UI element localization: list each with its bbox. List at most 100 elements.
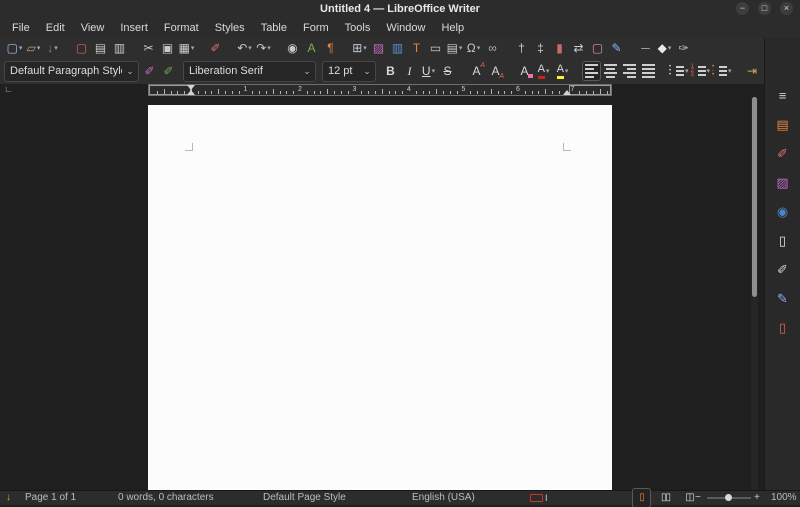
minimize-button[interactable]: − [736, 2, 749, 15]
menu-insert[interactable]: Insert [112, 18, 156, 38]
gallery-deck-button[interactable]: ▨ [774, 173, 791, 191]
zoom-out-button[interactable]: − [695, 491, 701, 505]
language-status[interactable]: English (USA) [412, 491, 475, 505]
insert-image-button[interactable]: ▨ [370, 39, 387, 57]
underline-button[interactable]: U ▾ [420, 62, 437, 80]
insert-hyperlink-button[interactable]: ∞ [484, 39, 501, 57]
insert-bookmark-button[interactable]: ▮ [551, 39, 568, 57]
clone-formatting-button[interactable]: ✐ [207, 39, 224, 57]
dropdown-arrow-icon[interactable]: ▾ [54, 44, 58, 52]
dropdown-arrow-icon[interactable]: ▾ [267, 44, 271, 52]
horizontal-ruler[interactable]: 1 2 3 4 5 6 7 [148, 84, 612, 96]
page-deck-button[interactable]: ▯ [774, 231, 791, 249]
vertical-scrollbar-thumb[interactable] [752, 97, 757, 297]
document-save-status-icon[interactable]: ↓ [6, 491, 11, 505]
insert-table-button[interactable]: ⊞ ▾ [351, 39, 368, 57]
spelling-button[interactable]: A [303, 39, 320, 57]
selection-mode-icon[interactable]: I [530, 491, 548, 505]
dropdown-arrow-icon[interactable]: ▾ [728, 67, 732, 75]
indent-marker-bottom[interactable] [187, 90, 195, 95]
cut-button[interactable]: ✂ [140, 39, 157, 57]
undo-button[interactable]: ↶ ▾ [236, 39, 253, 57]
dropdown-arrow-icon[interactable]: ▾ [19, 44, 23, 52]
save-button[interactable]: ↓ ▾ [44, 39, 61, 57]
menu-file[interactable]: File [4, 18, 38, 38]
insert-chart-button[interactable]: ▥ [389, 39, 406, 57]
highlight-color-button[interactable]: A ▾ [554, 62, 571, 80]
subscript-button[interactable]: AA [487, 62, 504, 80]
dropdown-arrow-icon[interactable]: ▾ [37, 44, 41, 52]
find-replace-button[interactable]: ◉ [284, 39, 301, 57]
menu-tools[interactable]: Tools [337, 18, 379, 38]
strikethrough-button[interactable]: S [439, 62, 456, 80]
font-size-combobox[interactable]: 12 pt ⌄ [322, 60, 376, 82]
align-right-button[interactable] [621, 62, 638, 80]
new-document-button[interactable]: ▢ ▾ [6, 39, 23, 57]
maximize-button[interactable]: □ [758, 2, 771, 15]
insert-textbox-button[interactable]: T [408, 39, 425, 57]
single-page-view-button[interactable]: ▯ [632, 488, 651, 507]
menu-window[interactable]: Window [378, 18, 433, 38]
paste-button[interactable]: ▦ ▾ [178, 39, 195, 57]
vertical-scrollbar[interactable] [751, 97, 758, 491]
navigator-deck-button[interactable]: ◉ [774, 202, 791, 220]
page-number-status[interactable]: Page 1 of 1 [25, 491, 76, 505]
italic-button[interactable]: I [401, 62, 418, 80]
insert-cross-reference-button[interactable]: ⇄ [570, 39, 587, 57]
insert-pagebreak-button[interactable]: ▭ [427, 39, 444, 57]
sidebar-settings-button[interactable]: ≡ [774, 86, 791, 104]
export-pdf-button[interactable]: ▢ [73, 39, 90, 57]
insert-footnote-button[interactable]: † [513, 39, 530, 57]
chevron-down-icon[interactable]: ⌄ [122, 66, 138, 77]
basic-shapes-button[interactable]: ◆ ▾ [656, 39, 673, 57]
font-name-combobox[interactable]: Liberation Serif ⌄ [183, 60, 316, 82]
menu-help[interactable]: Help [433, 18, 472, 38]
bold-button[interactable]: B [382, 62, 399, 80]
dropdown-arrow-icon[interactable]: ▾ [248, 44, 252, 52]
accessibility-check-deck-button[interactable]: ▯ [774, 318, 791, 336]
menu-form[interactable]: Form [295, 18, 337, 38]
document-canvas[interactable] [0, 97, 765, 491]
dropdown-arrow-icon[interactable]: ▾ [685, 67, 689, 75]
align-center-button[interactable] [602, 62, 619, 80]
page-style-status[interactable]: Default Page Style [263, 491, 346, 505]
font-color-button[interactable]: A ▾ [535, 62, 552, 80]
numbered-list-button[interactable]: 1 2 3 ▾ [691, 62, 711, 80]
insert-line-button[interactable]: ─ [637, 39, 654, 57]
dropdown-arrow-icon[interactable]: ▾ [707, 67, 711, 75]
increase-indent-button[interactable]: ⇥ [744, 62, 761, 80]
properties-deck-button[interactable]: ▤ [774, 115, 791, 133]
zoom-in-button[interactable]: + [754, 491, 760, 505]
copy-button[interactable]: ▣ [159, 39, 176, 57]
word-count-status[interactable]: 0 words, 0 characters [118, 491, 214, 505]
update-style-button[interactable]: ✐ [141, 62, 158, 80]
chevron-down-icon[interactable]: ⌄ [299, 66, 315, 77]
close-button[interactable]: × [780, 2, 793, 15]
manage-changes-deck-button[interactable]: ✎ [774, 289, 791, 307]
open-file-button[interactable]: ▱ ▾ [25, 39, 42, 57]
bullet-list-button[interactable]: • • • ▾ [669, 62, 689, 80]
titlebar[interactable]: Untitled 4 — LibreOffice Writer − □ × [0, 0, 800, 18]
style-inspector-deck-button[interactable]: ✐ [774, 260, 791, 278]
menu-edit[interactable]: Edit [38, 18, 73, 38]
print-preview-button[interactable]: ▥ [111, 39, 128, 57]
dropdown-arrow-icon[interactable]: ▾ [565, 67, 569, 75]
dropdown-arrow-icon[interactable]: ▾ [459, 44, 463, 52]
align-left-button[interactable] [582, 61, 601, 81]
dropdown-arrow-icon[interactable]: ▾ [432, 67, 436, 75]
align-justified-button[interactable] [640, 62, 657, 80]
multi-page-view-button[interactable]: ▯▯ [657, 489, 674, 507]
print-button[interactable]: ▤ [92, 39, 109, 57]
chevron-down-icon[interactable]: ⌄ [359, 66, 375, 77]
insert-endnote-button[interactable]: ‡ [532, 39, 549, 57]
new-style-button[interactable]: ✐ [160, 62, 177, 80]
outline-list-button[interactable]: • ◦ • ▾ [712, 62, 732, 80]
tab-stop-selector-icon[interactable]: ∟ [4, 84, 13, 94]
dropdown-arrow-icon[interactable]: ▾ [546, 67, 550, 75]
formatting-marks-button[interactable]: ¶ [322, 39, 339, 57]
menu-styles[interactable]: Styles [207, 18, 253, 38]
insert-field-button[interactable]: ▤ ▾ [446, 39, 463, 57]
zoom-level-value[interactable]: 100% [771, 491, 797, 505]
dropdown-arrow-icon[interactable]: ▾ [191, 44, 195, 52]
document-page[interactable] [148, 105, 612, 491]
